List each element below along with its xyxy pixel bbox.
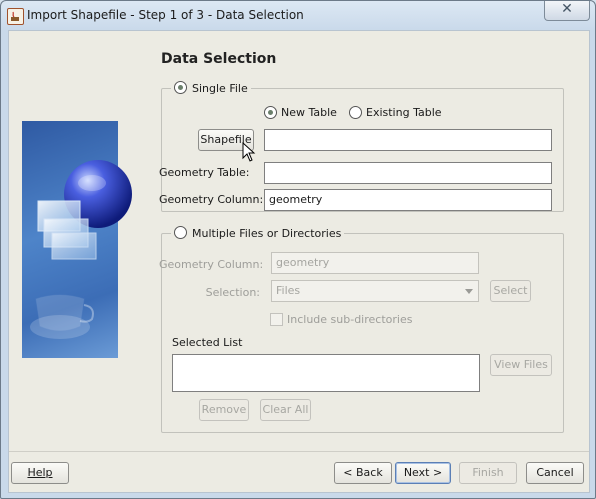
multiple-files-label: Multiple Files or Directories xyxy=(192,227,342,240)
dialog-body: Data Selection Single File New Table Exi… xyxy=(8,30,590,493)
close-button[interactable]: ✕ xyxy=(544,1,590,21)
next-button[interactable]: Next > xyxy=(395,462,451,484)
geometry-table-field[interactable] xyxy=(264,162,552,184)
remove-button[interactable]: Remove xyxy=(199,399,249,421)
help-button[interactable]: Help xyxy=(11,462,69,484)
view-files-button[interactable]: View Files xyxy=(490,354,552,376)
page-title: Data Selection xyxy=(161,51,277,67)
multiple-files-legend: Multiple Files or Directories xyxy=(171,226,345,240)
window-title: Import Shapefile - Step 1 of 3 - Data Se… xyxy=(27,8,304,22)
single-file-legend: Single File xyxy=(171,81,251,95)
multi-geometry-column-label: Geometry Column: xyxy=(159,258,264,271)
shapefile-path-field[interactable] xyxy=(264,129,552,151)
close-icon: ✕ xyxy=(561,1,573,17)
single-file-label: Single File xyxy=(192,82,248,95)
geometry-table-label: Geometry Table: xyxy=(159,166,250,179)
title-bar: Import Shapefile - Step 1 of 3 - Data Se… xyxy=(1,1,595,31)
import-shapefile-window: Import Shapefile - Step 1 of 3 - Data Se… xyxy=(0,0,596,499)
back-button[interactable]: < Back xyxy=(334,462,392,484)
clear-all-button[interactable]: Clear All xyxy=(260,399,311,421)
selected-list-label: Selected List xyxy=(172,336,243,349)
include-subdirs-checkbox[interactable] xyxy=(270,313,283,326)
geometry-column-label: Geometry Column: xyxy=(159,193,264,206)
finish-button[interactable]: Finish xyxy=(459,462,517,484)
multiple-files-radio[interactable] xyxy=(174,226,187,239)
geometry-column-field[interactable]: geometry xyxy=(264,189,552,211)
new-table-label: New Table xyxy=(281,106,337,119)
include-subdirs-label: Include sub-directories xyxy=(287,313,413,326)
selection-value: Files xyxy=(276,284,301,297)
wizard-globe-illustration xyxy=(22,121,132,358)
existing-table-label: Existing Table xyxy=(366,106,442,119)
multi-geometry-column-field[interactable]: geometry xyxy=(271,252,479,274)
app-icon xyxy=(7,8,24,25)
cancel-button[interactable]: Cancel xyxy=(526,462,584,484)
selected-list-box[interactable] xyxy=(172,354,480,392)
dropdown-arrow-icon xyxy=(465,289,473,294)
existing-table-radio[interactable] xyxy=(349,106,362,119)
footer-separator xyxy=(9,451,589,452)
selection-dropdown[interactable]: Files xyxy=(271,280,479,302)
mouse-pointer-icon xyxy=(242,141,256,165)
selection-label: Selection: xyxy=(205,286,260,299)
new-table-radio[interactable] xyxy=(264,106,277,119)
select-button[interactable]: Select xyxy=(490,280,531,302)
single-file-radio[interactable] xyxy=(174,81,187,94)
